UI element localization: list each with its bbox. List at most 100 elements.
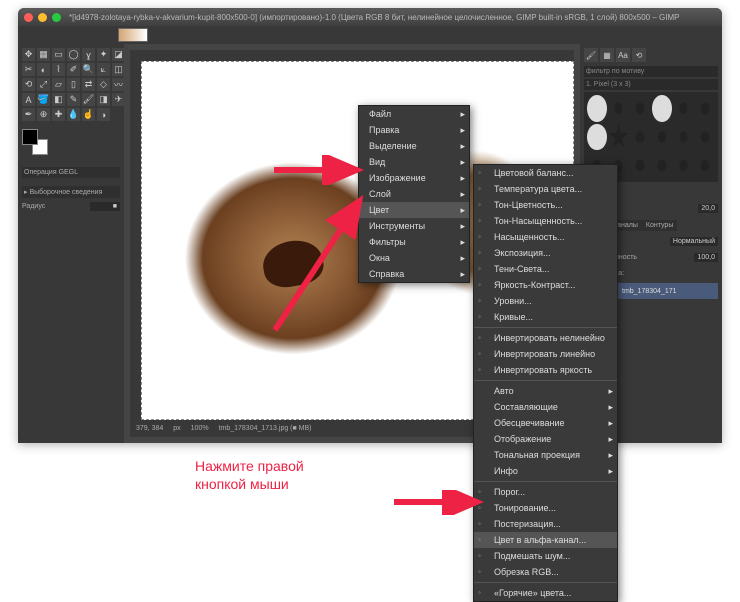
submenu-item[interactable]: ◦Экспозиция... — [474, 245, 617, 261]
tool-heal[interactable]: ✚ — [52, 108, 65, 121]
menu-item[interactable]: Окна▸ — [359, 250, 469, 266]
tool-scale[interactable]: ⤢ — [37, 78, 50, 91]
submenu-item[interactable]: ◦Тон-Цветность... — [474, 197, 617, 213]
tool-rect-select[interactable]: ▭ — [52, 48, 65, 61]
context-menu[interactable]: Файл▸Правка▸Выделение▸Вид▸Изображение▸Сл… — [358, 105, 470, 283]
submenu-item[interactable]: ◦Цвет в альфа-канал... — [474, 532, 617, 548]
brush-item[interactable] — [609, 95, 629, 122]
submenu-item[interactable]: ◦Насыщенность... — [474, 229, 617, 245]
submenu-item[interactable]: ◦Инвертировать нелинейно — [474, 330, 617, 346]
tool-color-picker[interactable]: ✐ — [67, 63, 80, 76]
tool-blur[interactable]: 💧 — [67, 108, 80, 121]
brush-item[interactable] — [630, 152, 650, 179]
brush-item[interactable] — [587, 95, 607, 122]
status-zoom[interactable]: 100% — [191, 425, 209, 432]
tool-text[interactable]: A — [22, 93, 35, 106]
foreground-color[interactable] — [22, 129, 38, 145]
image-tab[interactable] — [118, 28, 148, 42]
submenu-item[interactable]: ◦Яркость-Контраст... — [474, 277, 617, 293]
submenu-item[interactable]: Тональная проекция▸ — [474, 447, 617, 463]
tool-rotate[interactable]: ⟲ — [22, 78, 35, 91]
menu-item[interactable]: Цвет▸ — [359, 202, 469, 218]
brush-filter[interactable]: фильтр по мотиву — [584, 66, 718, 77]
color-submenu[interactable]: ◦Цветовой баланс...◦Температура цвета...… — [473, 164, 618, 602]
submenu-item[interactable]: ◦Обрезка RGB... — [474, 564, 617, 580]
menu-item[interactable]: Справка▸ — [359, 266, 469, 282]
submenu-item[interactable]: ◦Тонирование... — [474, 500, 617, 516]
menu-item[interactable]: Изображение▸ — [359, 170, 469, 186]
opacity-value[interactable]: 100,0 — [694, 253, 718, 262]
brush-item[interactable] — [674, 124, 694, 151]
brush-item[interactable] — [630, 124, 650, 151]
tool-pencil[interactable]: ✎ — [67, 93, 80, 106]
tool-move[interactable]: ✥ — [22, 48, 35, 61]
tool-free-select[interactable]: ɣ — [82, 48, 95, 61]
menu-item[interactable]: Вид▸ — [359, 154, 469, 170]
tool-cage[interactable]: ◇ — [97, 78, 110, 91]
submenu-item[interactable]: ◦«Горячие» цвета... — [474, 585, 617, 601]
tool-align[interactable]: ▦ — [37, 48, 50, 61]
brush-item[interactable] — [695, 95, 715, 122]
color-swatches[interactable] — [22, 129, 120, 159]
tool-scissors[interactable]: ✂ — [22, 63, 35, 76]
fonts-tab[interactable]: Aa — [616, 48, 630, 62]
tool-smudge[interactable]: ☝ — [82, 108, 95, 121]
menu-item[interactable]: Файл▸ — [359, 106, 469, 122]
blend-mode-value[interactable]: Нормальный — [670, 237, 718, 246]
brush-item[interactable] — [695, 152, 715, 179]
submenu-item[interactable]: Авто▸ — [474, 383, 617, 399]
menu-item[interactable]: Выделение▸ — [359, 138, 469, 154]
tool-fuzzy-select[interactable]: ✦ — [97, 48, 110, 61]
minimize-button[interactable] — [38, 13, 47, 22]
menu-item[interactable]: Правка▸ — [359, 122, 469, 138]
menu-item[interactable]: Инструменты▸ — [359, 218, 469, 234]
submenu-item[interactable]: ◦Кривые... — [474, 309, 617, 325]
ruler-vertical[interactable] — [130, 61, 141, 420]
tool-flip[interactable]: ⇄ — [82, 78, 95, 91]
brushes-tab[interactable]: 🖌 — [584, 48, 598, 62]
patterns-tab[interactable]: ▦ — [600, 48, 614, 62]
interval-value[interactable]: 20,0 — [698, 204, 718, 213]
submenu-item[interactable]: ◦Тон-Насыщенность... — [474, 213, 617, 229]
tool-bucket[interactable]: 🪣 — [37, 93, 50, 106]
tool-dodge[interactable]: ◑ — [97, 108, 110, 121]
submenu-item[interactable]: ◦Уровни... — [474, 293, 617, 309]
submenu-item[interactable]: ◦Инвертировать яркость — [474, 362, 617, 378]
tool-paintbrush[interactable]: 🖌 — [82, 93, 95, 106]
tool-foreground[interactable]: ◐ — [37, 63, 50, 76]
tool-gradient[interactable]: ◧ — [52, 93, 65, 106]
tool-options-label[interactable]: ▸ Выборочное сведения — [22, 186, 120, 198]
menu-item[interactable]: Фильтры▸ — [359, 234, 469, 250]
maximize-button[interactable] — [52, 13, 61, 22]
brush-item[interactable] — [652, 152, 672, 179]
brush-item[interactable] — [674, 152, 694, 179]
brush-item[interactable] — [674, 95, 694, 122]
tool-paths[interactable]: ⌇ — [52, 63, 65, 76]
tool-perspective[interactable]: ▯ — [67, 78, 80, 91]
tool-zoom[interactable]: 🔍 — [82, 63, 95, 76]
radius-value[interactable]: ■ — [90, 202, 120, 211]
brush-item[interactable] — [630, 95, 650, 122]
brush-item[interactable] — [587, 124, 607, 151]
brush-item[interactable] — [652, 95, 672, 122]
tool-measure[interactable]: ⟀ — [97, 63, 110, 76]
paths-tab[interactable]: Контуры — [642, 220, 677, 231]
brush-item[interactable] — [695, 124, 715, 151]
submenu-item[interactable]: Обесцвечивание▸ — [474, 415, 617, 431]
layer-name[interactable]: tmb_178304_171 — [622, 288, 677, 295]
tool-ink[interactable]: ✒ — [22, 108, 35, 121]
submenu-item[interactable]: ◦Порог... — [474, 484, 617, 500]
status-unit[interactable]: px — [173, 425, 180, 432]
submenu-item[interactable]: ◦Подмешать шум... — [474, 548, 617, 564]
submenu-item[interactable]: Составляющие▸ — [474, 399, 617, 415]
submenu-item[interactable]: ◦Температура цвета... — [474, 181, 617, 197]
brush-item[interactable] — [609, 124, 629, 151]
close-button[interactable] — [24, 13, 33, 22]
tool-eraser[interactable]: ◨ — [97, 93, 110, 106]
submenu-item[interactable]: Инфо▸ — [474, 463, 617, 479]
tool-ellipse-select[interactable]: ◯ — [67, 48, 80, 61]
submenu-item[interactable]: Отображение▸ — [474, 431, 617, 447]
submenu-item[interactable]: ◦Инвертировать линейно — [474, 346, 617, 362]
history-tab[interactable]: ⟲ — [632, 48, 646, 62]
brush-item[interactable] — [652, 124, 672, 151]
